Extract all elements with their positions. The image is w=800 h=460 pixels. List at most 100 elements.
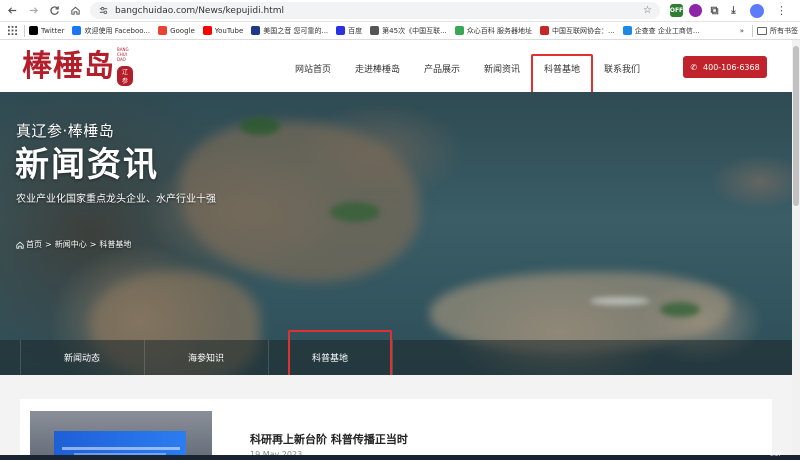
bookmark-item[interactable]: YouTube (202, 26, 244, 35)
extensions-area: OFF ⧉ ⤓ ⋮ (670, 3, 787, 18)
bookmark-label: 企查查 企业工商信... (634, 26, 700, 35)
thumbnail-text-line (62, 447, 180, 450)
nav-home[interactable]: 网站首页 (295, 62, 331, 75)
extension-off-label: OFF (669, 7, 684, 14)
breadcrumb-news[interactable]: 新闻中心 (55, 239, 87, 250)
tab-news-updates[interactable]: 新闻动态 (20, 340, 144, 375)
breadcrumb-current[interactable]: 科普基地 (99, 239, 131, 250)
nav-products[interactable]: 产品展示 (424, 62, 460, 75)
all-bookmarks-folder[interactable]: 所有书签 (757, 26, 798, 36)
bookmarks-bar: Twitter 欢迎使用 Faceboo... Google YouTube 美国之音 … (0, 22, 800, 40)
bookmark-favicon-icon (454, 26, 464, 35)
nav-news[interactable]: 新闻资讯 (484, 62, 520, 75)
bookmarks-more-label: » (739, 26, 744, 35)
tab-science-base[interactable]: 科普基地 (268, 340, 392, 375)
phone-button[interactable]: ✆ 400-106-6368 (683, 56, 767, 78)
bookmark-favicon-icon (29, 26, 38, 35)
download-icon[interactable]: ⤓ (727, 4, 740, 17)
os-taskbar (0, 455, 800, 460)
home-icon (70, 6, 80, 15)
bookmark-item[interactable]: 美国之音 您可靠的... (251, 26, 328, 36)
bookmark-favicon-icon (336, 26, 346, 35)
hero-foam (590, 297, 650, 305)
logo-text: 棒棰岛 (22, 48, 115, 84)
bookmark-item[interactable]: 企查查 企业工商信... (622, 26, 700, 36)
hero-subtitle: 真辽参·棒棰岛 (16, 122, 115, 140)
nav-about[interactable]: 走进棒棰岛 (355, 62, 400, 75)
bookmark-star-icon[interactable]: ☆ (643, 5, 652, 16)
bookmarks-separator (24, 24, 25, 37)
extensions-puzzle-icon[interactable]: ⧉ (708, 4, 721, 17)
article-card[interactable] (20, 399, 772, 460)
sub-navigation: 新闻动态 海参知识 科普基地 (0, 340, 792, 375)
site-info-icon[interactable] (98, 5, 109, 16)
browser-menu-icon[interactable]: ⋮ (776, 4, 787, 17)
forward-button[interactable] (24, 2, 42, 20)
hero-description: 农业产业化国家重点龙头企业、水产行业十强 (16, 194, 216, 205)
bookmark-label: Twitter (41, 26, 65, 35)
grid-icon (7, 26, 17, 35)
phone-number: 400-106-6368 (703, 62, 760, 72)
bookmark-favicon-icon (539, 26, 549, 35)
apps-grid-icon[interactable] (4, 26, 20, 35)
hero-moss (240, 117, 280, 135)
bookmark-label: 欢迎使用 Faceboo... (84, 26, 151, 35)
reload-icon (49, 6, 59, 15)
bookmark-item[interactable]: 欢迎使用 Faceboo... (72, 26, 150, 36)
hero-rock (180, 122, 420, 282)
bookmark-label: 众心百科 服务器地址 (466, 26, 532, 35)
bookmark-favicon-icon (202, 26, 212, 35)
home-button[interactable] (66, 2, 84, 20)
browser-toolbar: bangchuidao.com/News/kepujidi.html ☆ OFF… (0, 0, 800, 22)
bookmark-item[interactable]: Twitter (29, 26, 64, 35)
nav-science-base[interactable]: 科普基地 (544, 62, 580, 75)
page-scrollbar[interactable] (792, 40, 800, 460)
bookmark-label: 百度 (348, 26, 363, 35)
bookmark-item[interactable]: 中国互联网协会：... (539, 26, 615, 36)
tab-label: 海参知识 (187, 354, 224, 364)
reload-button[interactable] (45, 2, 63, 20)
phone-icon: ✆ (690, 62, 698, 72)
tab-sea-cucumber-knowledge[interactable]: 海参知识 (144, 340, 268, 375)
folder-icon (757, 26, 767, 35)
bookmark-label: 第45次《中国互联... (382, 26, 447, 35)
bookmark-item[interactable]: 第45次《中国互联... (370, 26, 447, 36)
bookmark-label: 中国互联网协会：... (551, 26, 615, 35)
tab-label: 新闻动态 (63, 354, 100, 364)
content-area (0, 375, 792, 460)
bookmarks-separator (752, 24, 753, 37)
extension-purple-icon[interactable] (689, 4, 702, 17)
tab-label: 科普基地 (311, 354, 348, 364)
bookmark-label: Google (170, 26, 195, 35)
hero-moss (330, 202, 380, 222)
nav-contact[interactable]: 联系我们 (604, 62, 640, 75)
bookmark-item[interactable]: 众心百科 服务器地址 (454, 26, 532, 36)
bookmark-favicon-icon (72, 26, 82, 35)
bookmark-label: YouTube (214, 26, 244, 35)
bookmark-item[interactable]: 百度 (336, 26, 362, 36)
breadcrumb: 首页 > 新闻中心 > 科普基地 (16, 239, 131, 250)
breadcrumb-separator: > (89, 240, 97, 249)
article-title[interactable]: 科研再上新台阶 科普传播正当时 (250, 431, 408, 447)
back-button[interactable] (3, 2, 21, 20)
profile-avatar[interactable] (750, 3, 764, 18)
bookmarks-more-button[interactable]: » (740, 27, 744, 35)
bookmark-item[interactable]: Google (158, 26, 195, 35)
address-bar[interactable]: bangchuidao.com/News/kepujidi.html ☆ (90, 2, 660, 19)
bookmark-label: 美国之音 您可靠的... (263, 26, 329, 35)
bookmark-favicon-icon (622, 26, 632, 35)
hero-title: 新闻资讯 (15, 145, 159, 185)
extension-off-icon[interactable]: OFF (670, 4, 683, 17)
breadcrumb-home[interactable]: 首页 (26, 239, 42, 250)
all-bookmarks-label: 所有书签 (770, 26, 798, 35)
scrollbar-thumb[interactable] (793, 46, 799, 206)
breadcrumb-separator: > (45, 240, 52, 249)
logo-small-text: BANG CHUI DAO (117, 47, 129, 62)
logo-side: BANG CHUI DAO 辽参 (117, 47, 133, 86)
bookmark-favicon-icon (158, 26, 168, 35)
taskbar-clock: 9:37 (770, 452, 782, 458)
site-logo[interactable]: 棒棰岛 BANG CHUI DAO 辽参 (22, 47, 133, 86)
bookmark-favicon-icon (251, 26, 261, 35)
article-thumbnail[interactable] (30, 411, 212, 460)
bookmark-list: Twitter 欢迎使用 Faceboo... Google YouTube 美国之音 … (29, 26, 708, 36)
